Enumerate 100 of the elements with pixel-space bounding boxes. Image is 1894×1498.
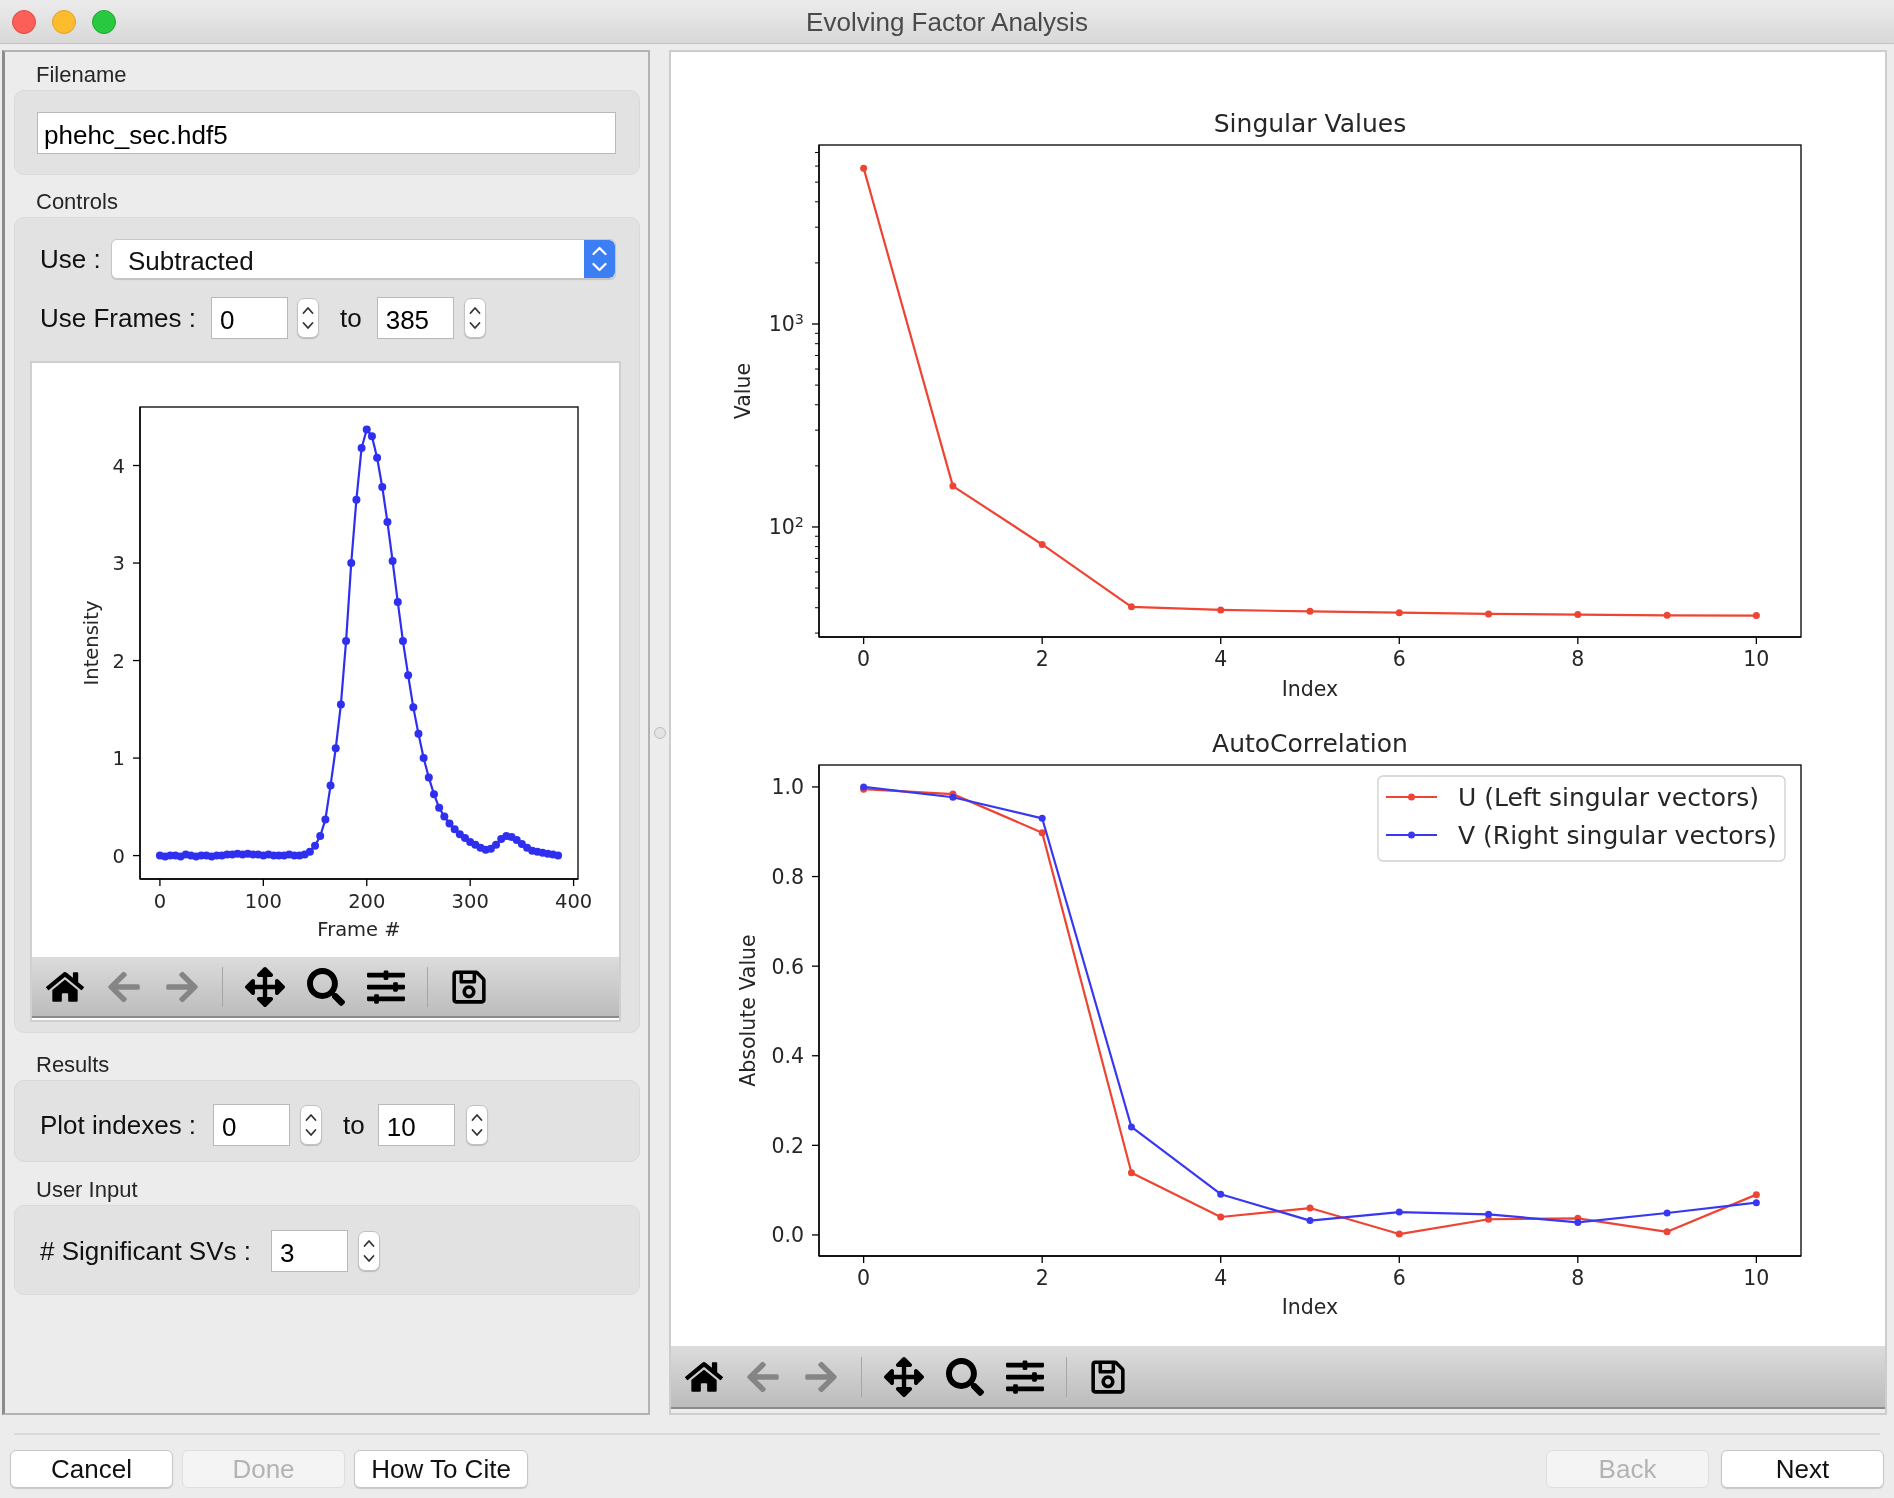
tick-label: 0.2 — [771, 1133, 804, 1158]
tick-label: 2 — [1035, 1266, 1049, 1290]
tick-label: 10 — [1743, 647, 1770, 671]
data-point — [1306, 1217, 1314, 1225]
move-icon[interactable] — [245, 966, 285, 1007]
data-point — [404, 671, 413, 680]
move-icon[interactable] — [884, 1356, 924, 1397]
data-point — [1663, 1209, 1671, 1217]
tick-label: 0 — [112, 844, 125, 868]
data-point — [373, 453, 382, 462]
chart-title: Singular Values — [1213, 108, 1407, 138]
data-point — [1395, 1208, 1403, 1216]
tick-label: 10$^{3}$ — [768, 310, 804, 337]
tick-label: 0.0 — [771, 1223, 804, 1248]
tick-label: 2 — [112, 649, 125, 673]
group-label: Controls — [36, 189, 118, 215]
dialog-button[interactable]: Cancel — [10, 1450, 173, 1488]
stepper-control[interactable] — [300, 1105, 322, 1145]
stepper-control[interactable] — [465, 1105, 488, 1145]
data-point — [1127, 603, 1135, 611]
data-point — [1663, 611, 1671, 619]
data-point — [1752, 612, 1760, 620]
data-point — [321, 815, 330, 824]
data-point — [352, 495, 361, 504]
number-field[interactable]: 0 — [213, 1104, 290, 1146]
field-label: Use : — [40, 246, 102, 272]
data-point — [1663, 1228, 1671, 1236]
data-point — [450, 825, 459, 834]
tick-label: 400 — [555, 889, 593, 913]
tick-label: 4 — [112, 454, 125, 478]
tick-label: 3 — [112, 552, 125, 576]
axis-label: Index — [1281, 677, 1339, 699]
use-dropdown[interactable]: Subtracted — [111, 239, 616, 279]
tick-label: 300 — [451, 889, 489, 913]
data-point — [398, 637, 407, 646]
group-label: User Input — [36, 1177, 138, 1203]
tick-label: 200 — [348, 889, 386, 913]
filename-field[interactable]: phehc_sec.hdf5 — [37, 112, 616, 154]
data-point — [1038, 814, 1046, 822]
number-field[interactable]: 10 — [377, 1104, 455, 1146]
data-point — [347, 559, 356, 568]
tick-label: 0.8 — [771, 864, 804, 889]
data-point — [492, 840, 501, 849]
stepper-control[interactable] — [463, 298, 486, 338]
splitter-handle[interactable] — [653, 726, 666, 739]
axis-label: Index — [1281, 1295, 1339, 1319]
field-label: # Significant SVs : — [40, 1238, 252, 1264]
tick-label: 10 — [1743, 1266, 1770, 1290]
tick-label: 6 — [1392, 647, 1406, 671]
data-point — [1217, 606, 1225, 614]
data-point — [409, 703, 418, 712]
stepper-control[interactable] — [358, 1231, 380, 1271]
data-point — [378, 482, 387, 491]
number-field[interactable]: 0 — [211, 297, 288, 339]
dialog-button[interactable]: Next — [1721, 1450, 1884, 1488]
tick-label: 0.4 — [771, 1044, 804, 1069]
chevron-up-down-icon — [363, 1238, 375, 1264]
data-point — [305, 847, 314, 856]
tick-label: 1 — [112, 747, 125, 771]
tick-label: 8 — [1571, 647, 1585, 671]
chevron-up-down-icon — [305, 1112, 317, 1138]
data-point — [1217, 1190, 1225, 1198]
axis-label: Frame # — [317, 917, 401, 941]
dialog-button[interactable]: How To Cite — [354, 1450, 528, 1488]
data-point — [455, 830, 464, 839]
search-icon[interactable] — [307, 967, 345, 1006]
data-point — [311, 841, 320, 850]
data-point — [316, 832, 325, 841]
data-point — [430, 790, 438, 799]
tick-label: 0.6 — [771, 954, 804, 979]
data-point — [440, 812, 449, 821]
tick-label: 6 — [1392, 1266, 1406, 1290]
data-point — [466, 837, 475, 846]
data-point — [517, 839, 526, 848]
data-point — [554, 851, 563, 860]
range-separator: to — [340, 305, 362, 331]
close-window-icon[interactable] — [12, 9, 36, 34]
sliders-icon[interactable] — [367, 967, 405, 1006]
field-label: Use Frames : — [40, 305, 198, 331]
legend-label: V (Right singular vectors) — [1458, 820, 1777, 850]
tick-label: 1.0 — [771, 775, 804, 800]
legend-line-icon — [1386, 793, 1437, 801]
data-point — [362, 425, 371, 434]
axis-label: Absolute Value — [736, 934, 760, 1087]
data-point — [1574, 611, 1582, 619]
tick-label: 4 — [1214, 647, 1228, 671]
number-field[interactable]: 3 — [271, 1230, 348, 1272]
tick-label: 100 — [244, 889, 282, 913]
number-field[interactable]: 385 — [376, 297, 454, 339]
chevron-up-down-icon — [468, 305, 481, 331]
field-label: Plot indexes : — [40, 1112, 198, 1138]
data-point — [393, 598, 402, 607]
data-point — [1038, 829, 1046, 837]
data-point — [342, 637, 351, 646]
tick-label: 2 — [1035, 647, 1049, 671]
search-icon[interactable] — [946, 1357, 984, 1396]
stepper-control[interactable] — [297, 298, 319, 338]
data-point — [1395, 609, 1403, 617]
data-point — [1395, 1230, 1403, 1238]
sliders-icon[interactable] — [1006, 1357, 1044, 1396]
